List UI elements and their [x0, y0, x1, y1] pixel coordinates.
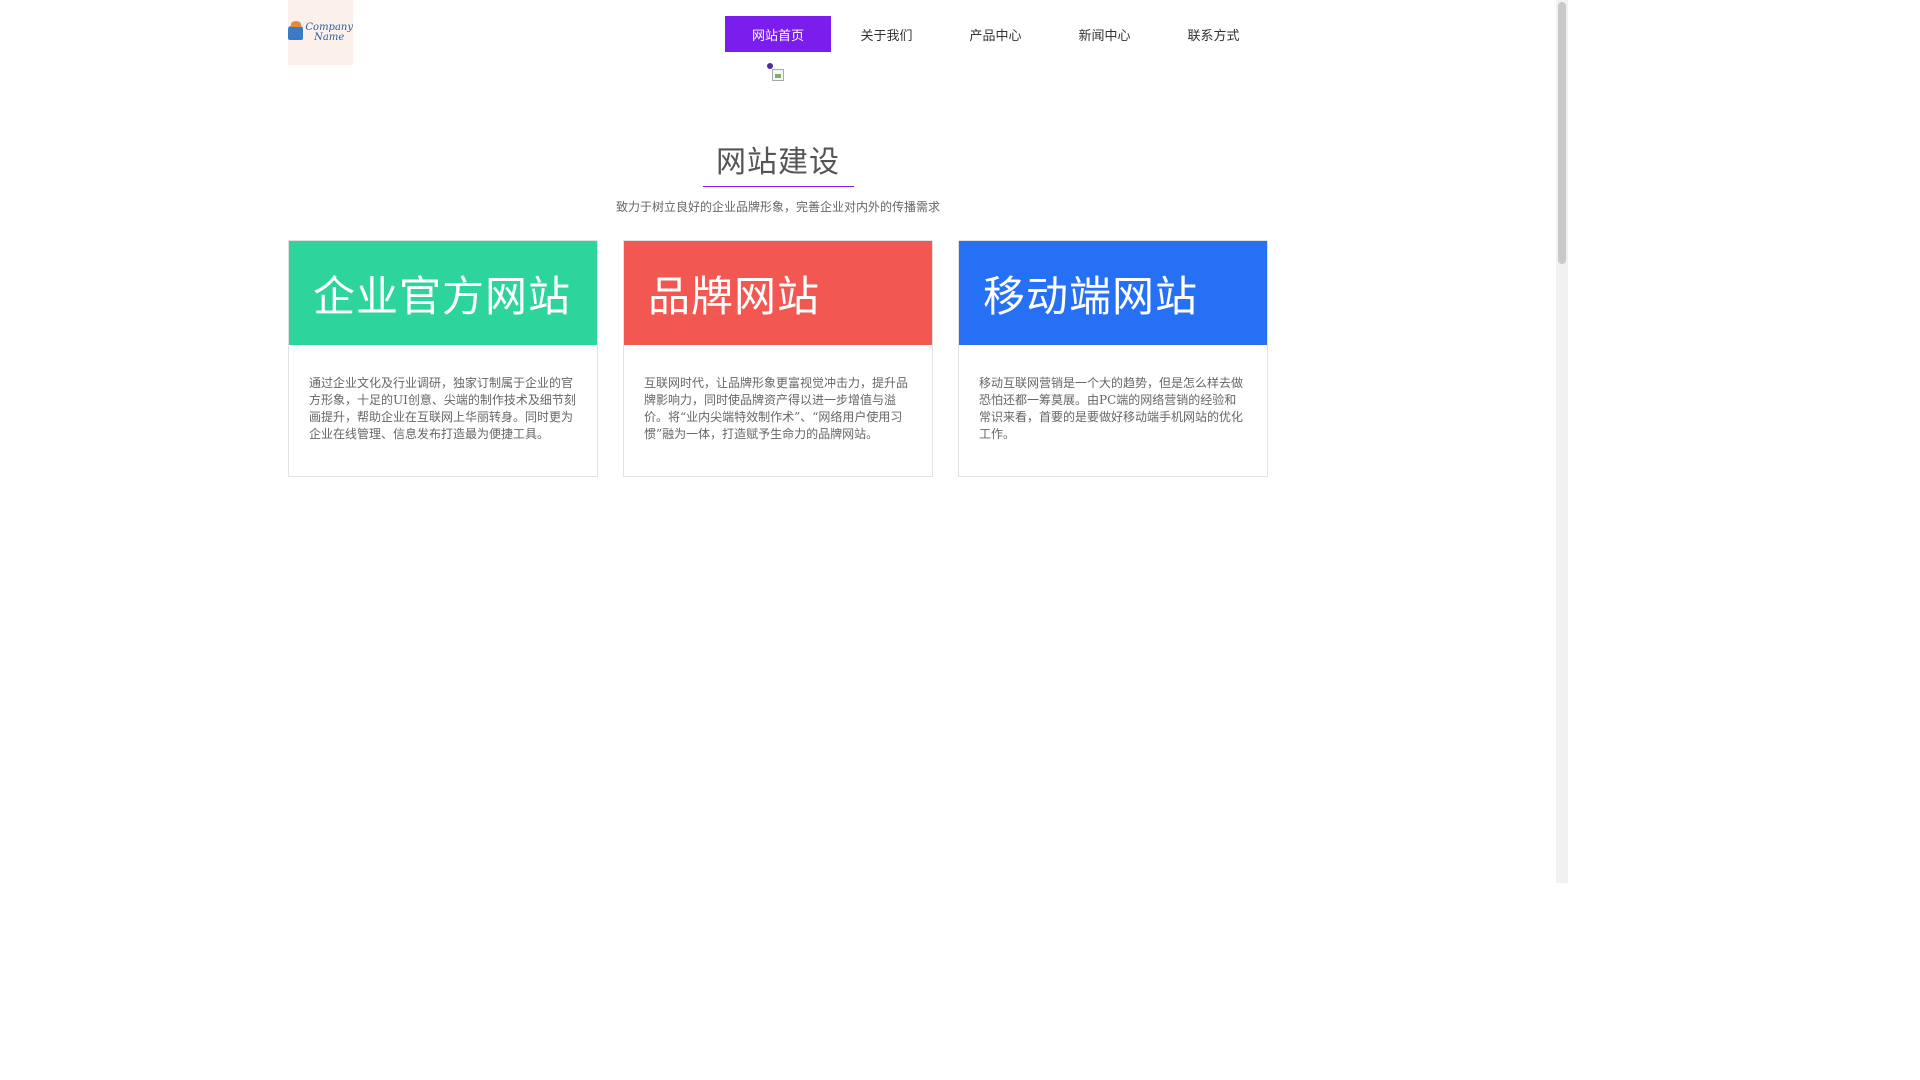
logo-line-2: Name	[314, 31, 345, 43]
logo-line-1: Company	[305, 21, 353, 33]
broken-image-icon	[772, 69, 784, 81]
service-card-corporate[interactable]: 企业官方网站 通过企业文化及行业调研，独家订制属于企业的官方形象，十足的UI创意…	[288, 240, 598, 477]
card-title: 品牌网站	[648, 271, 821, 321]
nav-item-contact[interactable]: 联系方式	[1160, 16, 1267, 52]
card-banner: 移动端网站	[959, 241, 1267, 345]
card-title: 企业官方网站	[313, 271, 572, 321]
card-banner: 企业官方网站	[289, 241, 597, 345]
logo-text: Company Name	[305, 21, 353, 43]
section-title: 网站建设	[716, 145, 840, 180]
nav-item-products[interactable]: 产品中心	[942, 16, 1049, 52]
logo-mark-icon	[288, 20, 304, 40]
company-logo[interactable]: Company Name	[288, 0, 353, 65]
service-card-brand[interactable]: 品牌网站 互联网时代，让品牌形象更富视觉冲击力，提升品牌影响力，同时使品牌资产得…	[623, 240, 933, 477]
card-description: 通过企业文化及行业调研，独家订制属于企业的官方形象，十足的UI创意、尖端的制作技…	[309, 376, 576, 441]
section-subtitle: 致力于树立良好的企业品牌形象，完善企业对内外的传播需求	[615, 200, 940, 214]
nav-item-about[interactable]: 关于我们	[833, 16, 940, 52]
card-description: 互联网时代，让品牌形象更富视觉冲击力，提升品牌影响力，同时使品牌资产得以进一步增…	[644, 376, 909, 441]
vertical-scrollbar[interactable]	[1556, 0, 1568, 883]
service-card-mobile[interactable]: 移动端网站 移动互联网营销是一个大的趋势，但是怎么样去做恐怕还都一筹莫展。由PC…	[958, 240, 1268, 477]
main-nav: 网站首页 关于我们 产品中心 新闻中心 联系方式	[725, 16, 1269, 52]
card-banner: 品牌网站	[624, 241, 932, 345]
nav-item-news[interactable]: 新闻中心	[1051, 16, 1158, 52]
scrollbar-thumb[interactable]	[1558, 2, 1566, 264]
card-description: 移动互联网营销是一个大的趋势，但是怎么样去做恐怕还都一筹莫展。由PC端的网络营销…	[979, 376, 1244, 441]
section-title-underline	[703, 186, 854, 187]
card-title: 移动端网站	[983, 271, 1199, 321]
nav-item-home[interactable]: 网站首页	[725, 16, 831, 52]
